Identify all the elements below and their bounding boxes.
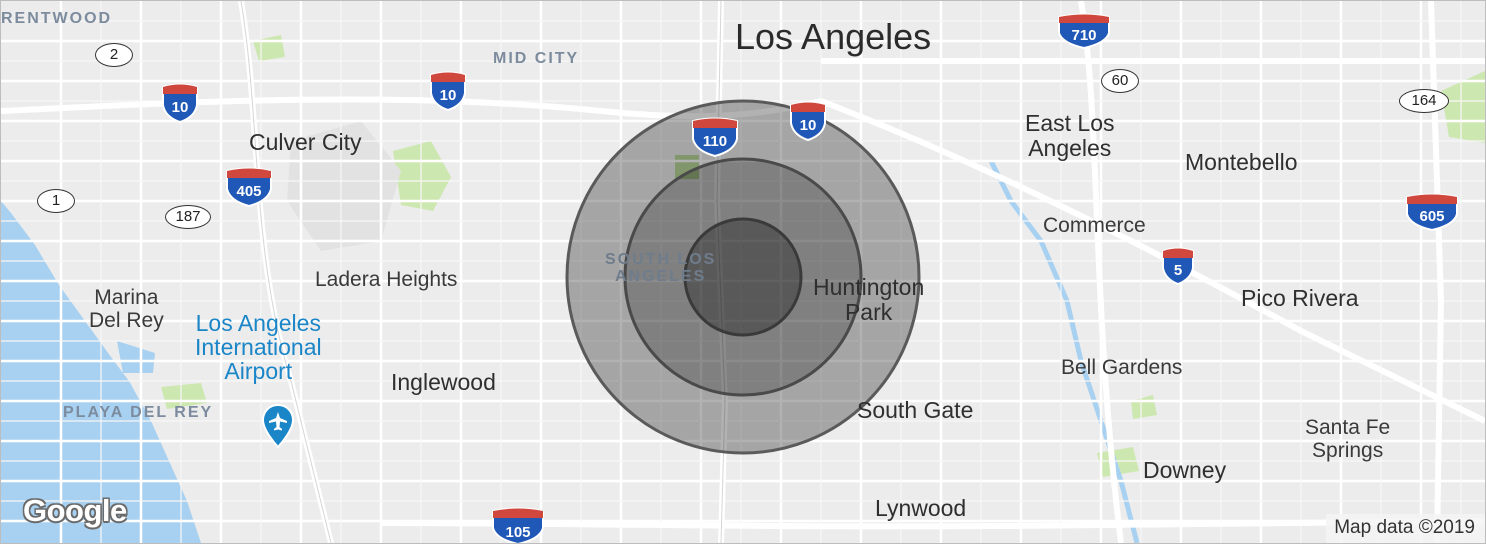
route-1-marker: 1: [37, 189, 75, 213]
label-commerce: Commerce: [1043, 214, 1146, 237]
label-huntington-park: Huntington Park: [813, 274, 925, 325]
park-area: [1131, 395, 1157, 419]
park-area: [253, 35, 285, 61]
airport-pin-icon[interactable]: [261, 403, 295, 449]
svg-text:605: 605: [1419, 208, 1444, 225]
interstate-405-shield: 405: [226, 167, 272, 207]
route-187-marker: 187: [165, 205, 211, 229]
route-2-marker: 2: [95, 43, 133, 67]
google-logo: Google: [23, 493, 127, 528]
map-attribution[interactable]: Map data ©2019: [1326, 514, 1485, 543]
label-bell-gardens: Bell Gardens: [1061, 356, 1183, 379]
marina-water: [117, 341, 155, 373]
label-inglewood: Inglewood: [391, 369, 496, 395]
map-view[interactable]: RENTWOOD MID CITY Los Angeles Culver Cit…: [0, 0, 1486, 544]
interstate-10-shield: 10: [790, 101, 826, 141]
interstate-10-shield: 10: [162, 83, 198, 123]
route-60-marker: 60: [1101, 69, 1139, 93]
label-south-gate: South Gate: [857, 397, 974, 423]
svg-text:10: 10: [172, 99, 189, 116]
svg-text:105: 105: [505, 524, 530, 541]
interstate-105-shield: 105: [492, 507, 544, 543]
svg-text:710: 710: [1071, 27, 1096, 44]
label-montebello: Montebello: [1185, 149, 1298, 175]
svg-text:10: 10: [440, 87, 457, 104]
route-164-marker: 164: [1399, 89, 1449, 113]
map-base-layer: [1, 1, 1485, 543]
label-marina-del-rey: Marina Del Rey: [89, 286, 164, 332]
label-lax-airport: Los Angeles International Airport: [195, 310, 322, 385]
interstate-110-shield: 110: [692, 117, 738, 157]
label-culver-city: Culver City: [249, 129, 362, 155]
label-south-los-angeles: SOUTH LOS ANGELES: [605, 251, 717, 286]
label-east-los-angeles: East Los Angeles: [1025, 110, 1115, 161]
label-downey: Downey: [1143, 457, 1227, 483]
interstate-10-shield: 10: [430, 71, 466, 111]
label-ladera-heights: Ladera Heights: [315, 268, 458, 291]
svg-text:405: 405: [236, 183, 261, 200]
label-mid-city: MID CITY: [493, 50, 580, 67]
label-santa-fe-springs: Santa Fe Springs: [1305, 416, 1391, 462]
interstate-710-shield: 710: [1058, 13, 1110, 49]
label-brentwood: RENTWOOD: [1, 10, 113, 27]
label-playa-del-rey: PLAYA DEL REY: [63, 404, 214, 421]
svg-text:5: 5: [1174, 262, 1182, 279]
interstate-605-shield: 605: [1406, 193, 1458, 231]
svg-text:110: 110: [703, 133, 727, 150]
label-pico-rivera: Pico Rivera: [1241, 285, 1359, 311]
label-lynwood: Lynwood: [875, 495, 967, 521]
label-los-angeles: Los Angeles: [735, 16, 932, 57]
interstate-5-shield: 5: [1162, 247, 1194, 285]
svg-text:10: 10: [800, 117, 817, 134]
